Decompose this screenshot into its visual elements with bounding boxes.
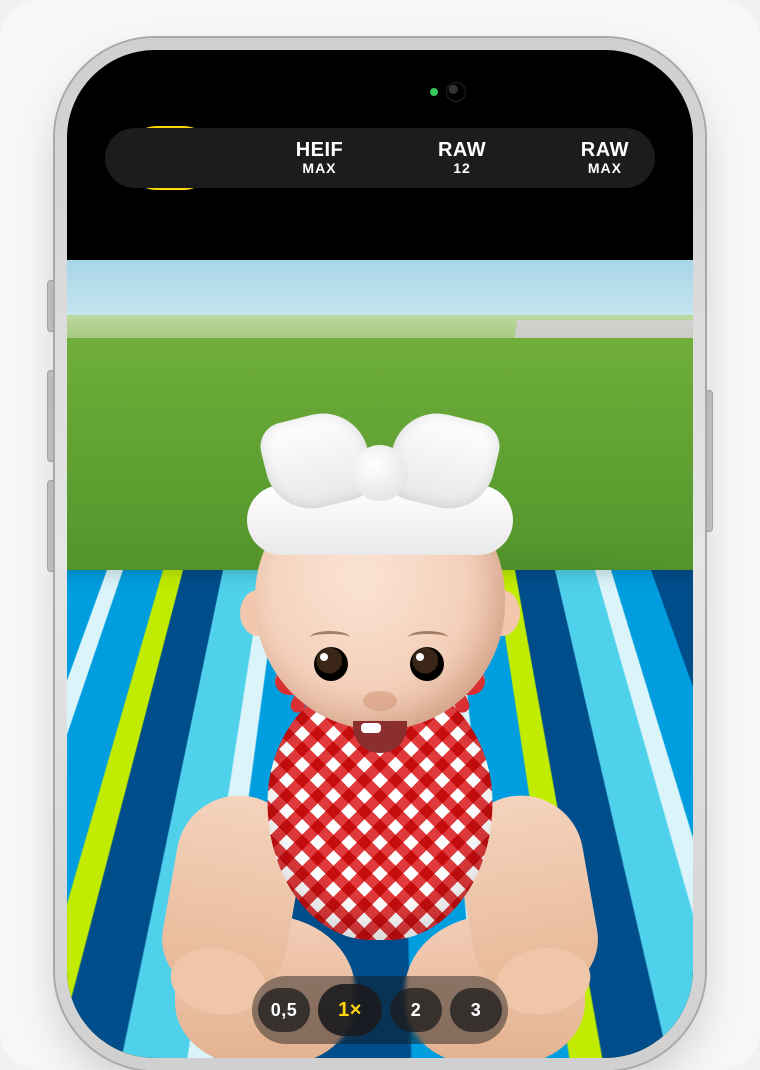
format-option-row: HEIF MAX RAW 12 RAW MAX [105,128,655,188]
format-option-line2: MAX [588,161,622,176]
format-option-raw-max[interactable]: RAW MAX [581,140,629,176]
baby-eye-right [410,647,444,681]
zoom-label: 2 [411,1000,422,1021]
zoom-label: 0,5 [271,1000,298,1021]
iphone-screen: RAW MAX HEIF MAX RAW 12 RAW MAX [67,50,693,1058]
baby-brow-right [408,631,448,644]
zoom-3x-button[interactable]: 3 [450,988,502,1032]
zoom-label: 1× [338,999,362,1022]
baby-eye-left [314,647,348,681]
iphone-device-frame: RAW MAX HEIF MAX RAW 12 RAW MAX [55,38,705,1070]
baby-nose [363,691,397,711]
zoom-label: 3 [471,1000,482,1021]
front-camera-icon [446,82,466,102]
format-option-line1: HEIF [296,140,344,161]
format-option-line1: RAW [438,140,486,161]
baby-brow-left [310,631,350,644]
scene-baby [160,415,600,1055]
dynamic-island [280,72,480,112]
format-option-raw-12[interactable]: RAW 12 [438,140,486,176]
bow-knot [352,445,408,501]
headband-bow [265,411,495,521]
zoom-control: 0,5 1× 2 3 [252,976,508,1044]
format-option-line1: RAW [581,140,629,161]
camera-viewfinder[interactable]: 0,5 1× 2 3 [67,260,693,1058]
camera-privacy-indicator-icon [430,88,438,96]
format-option-line2: 12 [453,161,471,176]
format-option-line2: MAX [302,161,336,176]
format-option-heif-max[interactable]: HEIF MAX [296,140,344,176]
zoom-1x-button[interactable]: 1× [318,984,382,1036]
zoom-2x-button[interactable]: 2 [390,988,442,1032]
page-root: RAW MAX HEIF MAX RAW 12 RAW MAX [0,0,760,1070]
zoom-0-5x-button[interactable]: 0,5 [258,988,310,1032]
